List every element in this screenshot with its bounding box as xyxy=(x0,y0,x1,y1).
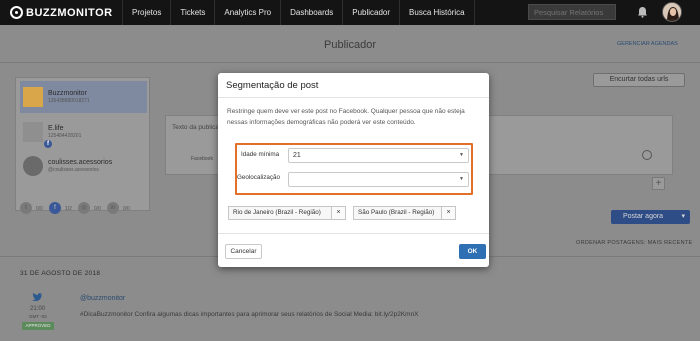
compose-network-label: Facebook xyxy=(191,156,213,162)
bell-icon[interactable] xyxy=(637,6,648,18)
account-thumb xyxy=(23,156,43,176)
emoji-icon[interactable] xyxy=(642,150,652,160)
min-age-select[interactable]: 21 ▼ xyxy=(288,148,469,163)
modal-description: Restringe quem deve ver este post no Fac… xyxy=(227,108,465,126)
nav-item-dashboards[interactable]: Dashboards xyxy=(280,0,342,25)
brand-logo[interactable]: BUZZMONITOR xyxy=(10,6,122,19)
accounts-panel: Buzzmonitor 135438880018271 f E.life 125… xyxy=(15,77,150,214)
brand-name: BUZZMONITOR xyxy=(26,6,113,19)
account-id: 135438880018271 xyxy=(48,98,90,104)
location-tag-label: São Paulo (Brazil - Região) xyxy=(358,209,435,216)
twitter-icon[interactable]: t xyxy=(20,202,32,214)
divider xyxy=(0,62,700,63)
social-count: 0/0 xyxy=(93,206,101,212)
nav-item-publicador[interactable]: Publicador xyxy=(342,0,399,25)
buzzmonitor-logo-icon xyxy=(10,6,23,19)
facebook-icon: f xyxy=(44,140,52,148)
linkedin-icon[interactable]: in xyxy=(106,202,119,214)
post-text: #DicaBuzzmonitor Confira algumas dicas i… xyxy=(80,311,419,318)
location-tag-rio: Rio de Janeiro (Brazil - Região) × xyxy=(228,206,346,220)
post-time: 21:00 xyxy=(30,306,46,312)
account-name: E.life xyxy=(48,125,64,132)
chevron-down-icon: ▼ xyxy=(459,176,464,182)
location-tag-label: Rio de Janeiro (Brazil - Região) xyxy=(233,209,321,216)
modal-title: Segmentação de post xyxy=(218,73,489,98)
user-avatar[interactable] xyxy=(662,2,682,22)
date-heading: 31 DE AGOSTO DE 2018 xyxy=(20,270,101,277)
social-count: 0/0 xyxy=(36,206,43,212)
cancel-button[interactable]: Cancelar xyxy=(225,244,262,259)
account-name: Buzzmonitor xyxy=(48,90,87,97)
geolocation-select[interactable]: ▼ xyxy=(288,172,469,187)
account-id: @coulisses.acessorios xyxy=(48,167,99,173)
search-input[interactable] xyxy=(528,4,616,20)
order-posts-control[interactable]: ORDENAR POSTAGENS: MAIS RECENTE xyxy=(576,240,692,246)
account-thumb xyxy=(23,87,43,107)
ok-button[interactable]: OK xyxy=(459,244,486,259)
post-now-label: Postar agora xyxy=(623,213,664,220)
social-networks-row: t 0/0 f 1/2 ◎ 0/0 in 0/0 xyxy=(20,202,132,214)
manage-agendas-link[interactable]: GERENCIAR AGENDAS xyxy=(617,41,678,47)
status-badge: APPROVED xyxy=(22,322,54,330)
social-count: 1/2 xyxy=(64,206,72,212)
page-title: Publicador xyxy=(324,39,376,51)
facebook-icon[interactable]: f xyxy=(48,202,61,214)
nav-item-tickets[interactable]: Tickets xyxy=(170,0,214,25)
chevron-down-icon: ▾ xyxy=(681,213,685,220)
shorten-urls-button[interactable]: Encurtar todas urls xyxy=(593,73,685,87)
post-now-button[interactable]: Postar agora ▾ xyxy=(611,210,690,224)
post-handle[interactable]: @buzzmonitor xyxy=(80,295,125,302)
account-item-elife[interactable]: f E.life 125484428201 xyxy=(20,116,147,148)
post-targeting-modal: Segmentação de post Restringe quem deve … xyxy=(218,73,489,267)
account-item-buzzmonitor[interactable]: Buzzmonitor 135438880018271 xyxy=(20,81,147,113)
nav-item-analytics-pro[interactable]: Analytics Pro xyxy=(214,0,280,25)
min-age-value: 21 xyxy=(293,152,301,159)
account-item-coulisses[interactable]: coulisses.acessorios @coulisses.acessori… xyxy=(20,150,147,182)
account-name: coulisses.acessorios xyxy=(48,159,113,166)
nav-item-projetos[interactable]: Projetos xyxy=(122,0,170,25)
location-tag-sao-paulo: São Paulo (Brazil - Região) × xyxy=(353,206,456,220)
post-timezone: GMT -03 xyxy=(29,314,47,319)
geolocation-label: Geolocalização xyxy=(237,174,281,181)
instagram-icon[interactable]: ◎ xyxy=(77,202,90,214)
social-count: 0/0 xyxy=(122,206,130,212)
account-id: 125484428201 xyxy=(48,133,82,139)
remove-tag-icon[interactable]: × xyxy=(441,207,455,219)
account-thumb: f xyxy=(23,122,52,148)
min-age-label: Idade mínima xyxy=(241,151,280,158)
nav-item-busca-historica[interactable]: Busca Histórica xyxy=(399,0,475,25)
remove-tag-icon[interactable]: × xyxy=(331,207,345,219)
modal-footer-divider xyxy=(218,233,489,234)
chevron-down-icon: ▼ xyxy=(459,152,464,158)
add-button[interactable]: + xyxy=(652,177,665,190)
twitter-icon xyxy=(32,293,42,301)
